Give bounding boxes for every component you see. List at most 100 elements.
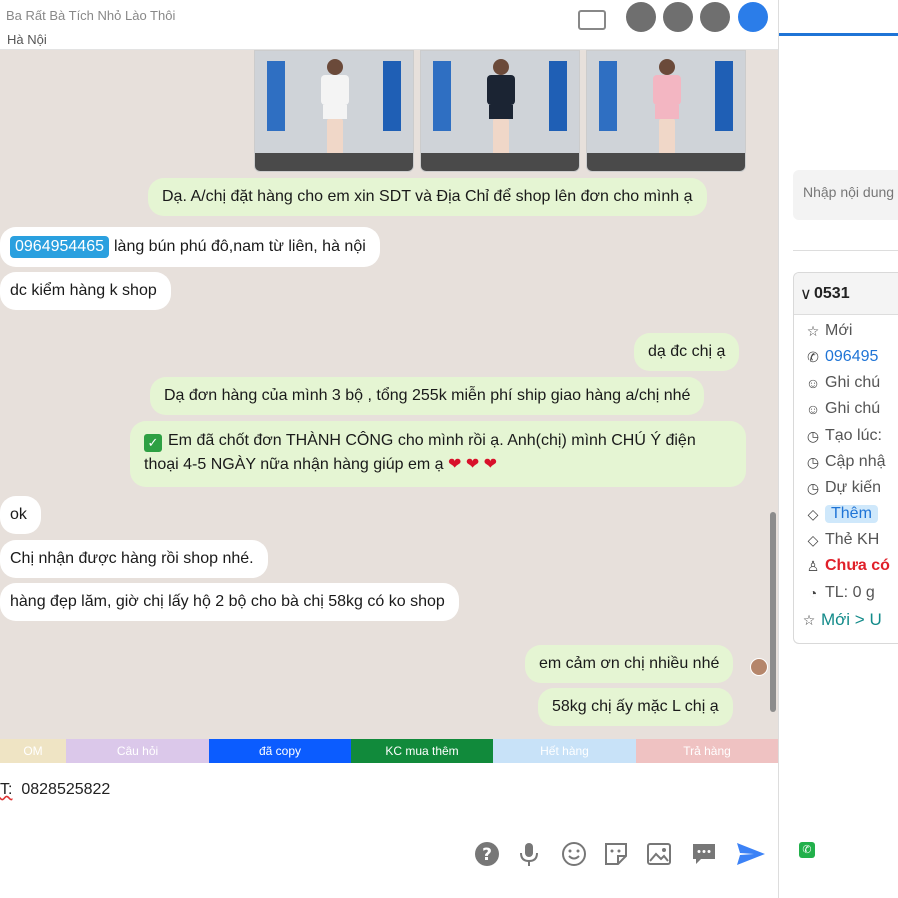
message-text: em cảm ơn chị nhiều nhé xyxy=(539,655,720,672)
message-bubble-incoming[interactable]: hàng đẹp lăm, giờ chị lấy hộ 2 bộ cho bà… xyxy=(0,583,459,621)
row-text: Cập nhậ xyxy=(825,453,886,470)
row-text: 096495 xyxy=(825,348,879,365)
row-icon: ◔ xyxy=(808,585,818,601)
row-text: Ghi chú xyxy=(825,400,881,417)
help-icon[interactable]: ? xyxy=(474,841,500,867)
message-bubble-incoming[interactable]: dc kiểm hàng k shop xyxy=(0,272,171,310)
chat-template-icon[interactable] xyxy=(691,841,717,867)
message-text: ok xyxy=(10,506,27,523)
row-text: TL: 0 g xyxy=(825,584,875,601)
header-action-4-icon[interactable] xyxy=(738,2,768,32)
row-text: Mới > U xyxy=(821,610,882,629)
row-icon: ◷ xyxy=(806,453,820,470)
header-action-2-icon[interactable] xyxy=(663,2,693,32)
svg-text:?: ? xyxy=(482,845,492,865)
contact-status-line: Ba Rất Bà Tích Nhỏ Lào Thôi xyxy=(6,8,176,23)
heart-emoji-icon: ❤ ❤ ❤ xyxy=(447,456,498,473)
sticker-icon[interactable] xyxy=(603,841,629,867)
note-input[interactable]: Nhập nội dung xyxy=(793,170,898,220)
message-bubble-outgoing[interactable]: dạ đc chị ạ xyxy=(634,333,740,371)
row-icon: ◷ xyxy=(806,427,820,444)
phone-number-chip[interactable]: 0964954465 xyxy=(10,236,109,258)
row-icon: ☺ xyxy=(805,375,821,391)
order-card-row: ☺ Ghi chú xyxy=(805,374,880,392)
message-list[interactable]: Dạ. A/chị đặt hàng cho em xin SDT và Địa… xyxy=(0,50,778,739)
row-text: Thẻ KH xyxy=(825,531,880,548)
header-action-3-icon[interactable] xyxy=(700,2,730,32)
row-text: Thêm xyxy=(825,505,878,523)
message-text: Chị nhận được hàng rồi shop nhé. xyxy=(10,550,254,567)
message-text: hàng đẹp lăm, giờ chị lấy hộ 2 bộ cho bà… xyxy=(10,593,445,610)
order-card-row: ☆ Mới xyxy=(805,322,853,340)
sender-avatar xyxy=(750,658,768,676)
row-icon: ✆ xyxy=(807,348,819,365)
chat-header: Ba Rất Bà Tích Nhỏ Lào Thôi Hà Nội xyxy=(0,0,778,50)
row-icon: ☺ xyxy=(805,401,821,417)
product-image[interactable] xyxy=(420,50,580,172)
message-composer[interactable]: T: 0828525822 ? xyxy=(0,763,778,898)
microphone-icon[interactable] xyxy=(516,841,542,867)
composer-prefix: T: xyxy=(0,781,13,798)
row-icon: ♙ xyxy=(806,557,820,574)
order-card-row: ☺ Ghi chú xyxy=(805,400,880,418)
message-text: dc kiểm hàng k shop xyxy=(10,282,157,299)
message-bubble-outgoing[interactable]: ✓ Em đã chốt đơn THÀNH CÔNG cho mình rồi … xyxy=(130,421,746,487)
row-text: Dự kiến xyxy=(825,479,882,496)
customer-info-panel: Nhập nội dung ∨ 0531 ☆ Mới ✆ 096495 ☺ Ghi chú… xyxy=(778,0,898,898)
tag-om[interactable]: OM xyxy=(0,739,66,763)
row-icon: ☆ xyxy=(802,611,816,628)
message-text: Dạ đơn hàng của mình 3 bộ , tổng 255k mi… xyxy=(164,387,691,404)
chevron-down-icon[interactable]: ∨ xyxy=(800,284,812,304)
row-icon: ☆ xyxy=(806,322,820,339)
header-action-1-icon[interactable] xyxy=(626,2,656,32)
chat-app: Ba Rất Bà Tích Nhỏ Lào Thôi Hà Nội Dạ. A… xyxy=(0,0,898,898)
message-bubble-outgoing[interactable]: em cảm ơn chị nhiều nhé xyxy=(525,645,734,683)
order-card-header[interactable]: ∨ 0531 xyxy=(794,273,898,315)
order-card-row: ◔ TL: 0 g xyxy=(805,584,875,602)
order-card-row: ◇ Thẻ KH xyxy=(805,531,880,549)
tag-cau-hoi[interactable]: Câu hỏi xyxy=(66,739,209,763)
active-tab-indicator xyxy=(779,33,898,36)
row-icon: ◇ xyxy=(807,505,819,522)
send-icon[interactable] xyxy=(736,841,766,867)
phone-call-icon[interactable]: ✆ xyxy=(799,842,815,858)
composer-input[interactable]: T: 0828525822 xyxy=(0,781,110,799)
message-bubble-incoming[interactable]: Chị nhận được hàng rồi shop nhé. xyxy=(0,540,268,578)
row-text: Tạo lúc: xyxy=(825,427,882,444)
check-mark-icon: ✓ xyxy=(144,434,162,452)
tag-tra-hang[interactable]: Trả hàng xyxy=(636,739,778,763)
message-text: làng bún phú đô,nam từ liên, hà nội xyxy=(113,238,366,255)
order-card-row: ◷ Cập nhậ xyxy=(805,453,886,471)
divider xyxy=(793,250,898,251)
message-bubble-outgoing[interactable]: 58kg chị ấy mặc L chị ạ xyxy=(538,688,733,726)
message-bubble-incoming[interactable]: 0964954465 làng bún phú đô,nam từ liên, … xyxy=(0,227,380,267)
row-text: Mới xyxy=(825,322,853,339)
quick-tag-bar: OM Câu hỏi đã copy KC mua thêm Hết hàng … xyxy=(0,739,778,763)
message-text: Em đã chốt đơn THÀNH CÔNG cho mình rồi ạ… xyxy=(144,432,696,473)
message-bubble-outgoing[interactable]: Dạ đơn hàng của mình 3 bộ , tổng 255k mi… xyxy=(150,377,705,415)
message-text: Dạ. A/chị đặt hàng cho em xin SDT và Địa… xyxy=(162,188,693,205)
row-text: Ghi chú xyxy=(825,374,881,391)
order-card-title: 0531 xyxy=(814,285,850,302)
composer-value: 0828525822 xyxy=(21,781,111,798)
message-bubble-outgoing[interactable]: Dạ. A/chị đặt hàng cho em xin SDT và Địa… xyxy=(148,178,707,216)
order-card-row: ♙ Chưa có xyxy=(805,557,890,575)
order-card-row[interactable]: ◇ Thêm xyxy=(805,505,878,523)
contact-location: Hà Nội xyxy=(7,32,47,47)
product-image[interactable] xyxy=(586,50,746,172)
product-image[interactable] xyxy=(254,50,414,172)
window-icon[interactable] xyxy=(578,10,606,30)
order-card-row[interactable]: ☆ Mới > U xyxy=(801,610,882,630)
emoji-icon[interactable] xyxy=(561,841,587,867)
tag-kc-mua-them[interactable]: KC mua thêm xyxy=(351,739,493,763)
row-icon: ◷ xyxy=(806,479,820,496)
image-icon[interactable] xyxy=(646,841,672,867)
row-icon: ◇ xyxy=(807,531,819,548)
message-scrollbar[interactable] xyxy=(770,512,776,712)
message-text: 58kg chị ấy mặc L chị ạ xyxy=(552,698,719,715)
message-bubble-incoming[interactable]: ok xyxy=(0,496,41,534)
tag-da-copy[interactable]: đã copy xyxy=(209,739,351,763)
message-text: dạ đc chị ạ xyxy=(648,343,726,360)
order-card-row[interactable]: ✆ 096495 xyxy=(805,348,878,366)
tag-het-hang[interactable]: Hết hàng xyxy=(493,739,636,763)
